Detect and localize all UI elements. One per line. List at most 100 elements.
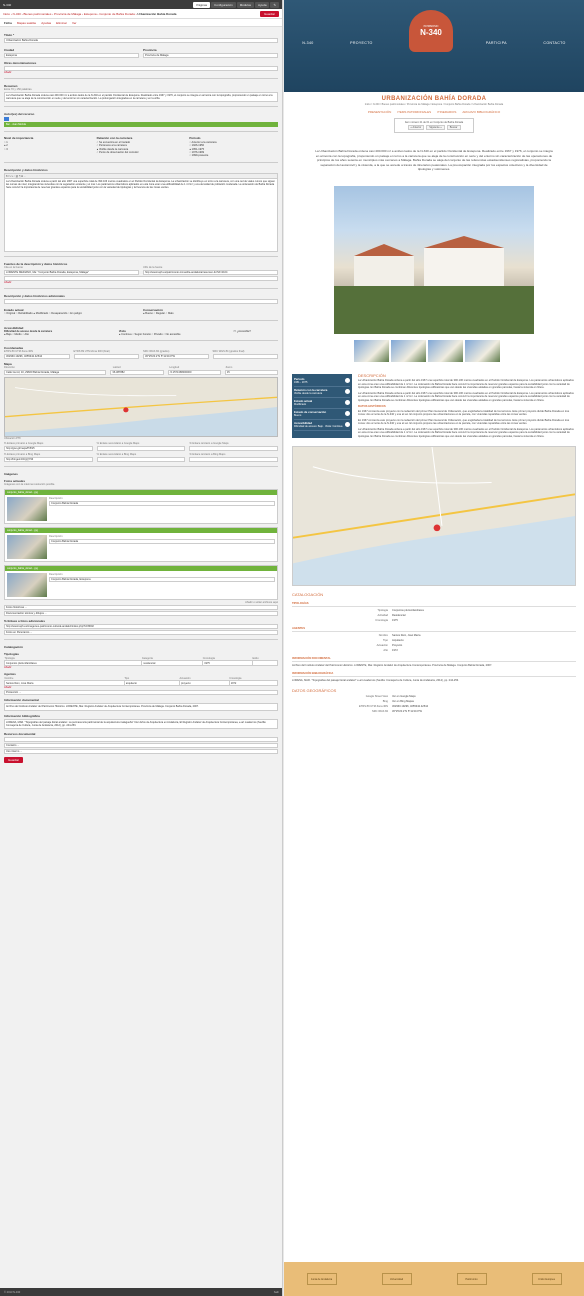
historic-photos-section[interactable]: Fotos históricas ... <box>4 605 278 611</box>
province-input[interactable]: Provincia de Málaga <box>143 53 278 58</box>
internal-use-section[interactable]: Uso interno ... <box>4 749 278 755</box>
secnav-archivo[interactable]: ARCHIVO BIBLIOGRÁFICO <box>462 110 500 114</box>
add-agent-link[interactable]: Añadir <box>4 686 278 689</box>
footer-logo[interactable]: Unión Europea <box>531 1273 562 1285</box>
site-logo[interactable]: PATRIMONIO N-340 <box>409 10 453 52</box>
description-editor[interactable]: B I U ≡ ⁞ ⛓ ¶ ⊞ … La Urbanización Bahía … <box>4 172 278 252</box>
state-options[interactable]: ○ Original ○ Rehabilitado ● Modificado ○… <box>4 312 139 315</box>
protection-section[interactable]: Protección ... <box>4 690 278 696</box>
source-cite-input[interactable]: LORENTE MEDIANO, Ma: "Conjunto Bahía Dor… <box>4 269 139 275</box>
nav-n340[interactable]: N-340 <box>302 41 313 45</box>
footer-logo[interactable]: Universidad <box>381 1273 412 1285</box>
photo-thumbnail[interactable] <box>7 573 47 598</box>
utm-final-input[interactable] <box>73 354 139 360</box>
author-item[interactable]: Bar - Juan Mérida <box>4 122 278 128</box>
secnav-items[interactable]: ITEMS PATRIMONIALES <box>397 110 431 114</box>
summary-editor[interactable]: La Urbanización Bahía Dorada ordena casi… <box>4 92 278 103</box>
doc-info-editor[interactable]: Archivo del Instituto Andaluz del Patrim… <box>4 703 278 711</box>
lng-input[interactable]: -5.1571368000000 <box>167 370 221 376</box>
gmaps3-input[interactable] <box>189 446 279 452</box>
summary-text[interactable]: La Urbanización Bahía Dorada ordena casi… <box>5 93 277 101</box>
utm-input[interactable]: 302960.19296, 4055342.42544 <box>4 354 70 360</box>
photo-item[interactable]: conjunto_bahia_dorad....jpg Descripción C… <box>4 489 278 525</box>
panoramio-section[interactable]: Fotos en Panoramio ... <box>4 630 278 636</box>
biblio-text[interactable]: LORENA, MAR. "Topografías del paisaje li… <box>5 720 277 728</box>
accessible-checkbox[interactable]: ☐ <box>234 330 236 333</box>
menu-modules[interactable]: Módulos <box>236 1 255 8</box>
bing3-input[interactable] <box>189 457 279 463</box>
streetview-link[interactable]: Ver en Google Maps <box>392 695 576 698</box>
relation-option[interactable]: ○ Punto de observación del corredor <box>97 151 186 154</box>
menu-pages[interactable]: Páginas <box>193 1 211 8</box>
photo-thumbnail[interactable] <box>7 497 47 522</box>
tab-ficha[interactable]: Ficha <box>4 21 12 25</box>
search-button[interactable]: Buscar <box>446 125 461 130</box>
gallery-thumb[interactable] <box>354 339 389 362</box>
prev-button[interactable]: « Anterior <box>407 125 425 130</box>
doc-info-text[interactable]: Archivo del Instituto Andaluz del Patrim… <box>5 704 277 709</box>
wgs-input[interactable]: 36°25'20.2"N 5°11'40.0"W <box>143 354 209 360</box>
secnav-itinerarios[interactable]: ITINERARIOS <box>437 110 456 114</box>
extra-photos-input[interactable]: http://www.iaph.es/imagenes-patrimonio-c… <box>4 624 278 630</box>
menu-help[interactable]: Ayuda <box>255 1 270 8</box>
add-other-name-link[interactable]: Añadir <box>4 71 278 74</box>
title-input[interactable]: Urbanización Bahía Dorada <box>4 38 278 43</box>
add-typology-link[interactable]: Añadir <box>4 666 278 669</box>
main-photo[interactable] <box>334 185 534 334</box>
description-text[interactable]: La Urbanización Bahía Dorada ordena a pa… <box>5 179 277 251</box>
wgs-final-input[interactable] <box>212 354 278 360</box>
next-button[interactable]: Siguiente » <box>426 125 445 130</box>
typology-cell[interactable]: Conjuntos pluriunifamiliares <box>3 660 143 667</box>
site-breadcrumb[interactable]: Inicio / N-340 / Bienes patrimoniales / … <box>284 103 584 106</box>
importance-option[interactable]: ○ 3 <box>4 148 93 151</box>
tab-ver[interactable]: Ver <box>72 21 77 25</box>
save-button[interactable]: Guardar <box>4 757 24 764</box>
caption-input[interactable]: Conjunto Bahía Dorada <box>49 539 275 545</box>
footer-logo[interactable]: Junta de Andalucía <box>306 1273 337 1285</box>
nav-contacto[interactable]: CONTACTO <box>543 41 565 45</box>
upload-dropzone[interactable]: Añadir o soltar archivos aquí <box>4 601 278 604</box>
gallery-thumb[interactable] <box>465 339 500 362</box>
source-url-input[interactable]: http://www.iaph.es/patrimonio-inmueble-a… <box>143 269 278 275</box>
bing-link[interactable]: Ver en Bing Mapas <box>392 700 576 703</box>
gmaps2-input[interactable] <box>96 446 186 452</box>
add-source-link[interactable]: Añadir <box>4 281 278 284</box>
city-input[interactable]: Estepona <box>4 53 139 58</box>
editor-map[interactable] <box>4 377 278 438</box>
conservation-options[interactable]: ● Bueno ○ Regular ○ Malo <box>143 312 278 315</box>
breadcrumb-path[interactable]: Inicio › N-340 › Bienes patrimoniales › … <box>3 12 137 16</box>
nav-participa[interactable]: PARTICIPA <box>486 41 507 45</box>
caption-input[interactable]: Conjunto Bahía Dorada, Estepona <box>49 577 275 583</box>
agents-cell[interactable]: 1972 <box>228 680 279 687</box>
top-save-button[interactable]: Guardar <box>259 10 279 17</box>
typology-cell[interactable]: 1975 <box>202 660 254 667</box>
contact-section[interactable]: Contacto ... <box>4 743 278 749</box>
address-input[interactable]: Calle Gumil, 10, 29660 Bahía Dorada, Mál… <box>4 370 107 376</box>
photo-thumbnail[interactable] <box>7 535 47 560</box>
access-options[interactable]: ● Bajo ○ Medio ○ Alto <box>4 333 29 336</box>
doc-resources-input[interactable] <box>4 737 278 743</box>
typology-cell[interactable] <box>252 660 278 667</box>
additional-history-input[interactable] <box>4 298 278 304</box>
gmaps1-input[interactable]: http://goo.gl/maps/Pr6S5 <box>4 446 93 452</box>
menu-config[interactable]: Configuración <box>211 1 236 8</box>
agents-cell[interactable]: arquitecto <box>123 680 181 687</box>
tab-mapas[interactable]: Mapas satélite <box>17 21 36 25</box>
photo-item[interactable]: conjunto_bahia_dorad....jpg Descripción C… <box>4 527 278 563</box>
nav-proyecto[interactable]: PROYECTO <box>350 41 373 45</box>
visit-options[interactable]: ● Continua ○ Según horario ○ Privado ○ N… <box>119 333 181 336</box>
tab-eliminar[interactable]: Eliminar <box>56 21 67 25</box>
tab-ayudas[interactable]: Ayudas <box>41 21 51 25</box>
footer-logo[interactable]: Patrimonio <box>456 1273 487 1285</box>
agents-cell[interactable]: proyecto <box>179 680 230 687</box>
gallery-thumb[interactable] <box>428 339 463 362</box>
wrench-icon[interactable]: ✎ <box>270 1 279 8</box>
docs-section[interactable]: Documentación técnica y dibujos ... <box>4 611 278 617</box>
caption-input[interactable]: Conjunto Bahía Dorada <box>49 501 275 507</box>
period-option[interactable]: ○ 1999-presente <box>189 154 278 157</box>
agents-cell[interactable]: Santos Rein, José María <box>4 680 125 687</box>
photo-item[interactable]: conjunto_bahia_dorad....jpg Descripción C… <box>4 565 278 601</box>
gallery-thumb[interactable] <box>391 339 426 362</box>
secnav-presentacion[interactable]: PRESENTACIÓN <box>368 110 391 114</box>
lat-input[interactable]: 36.387882 <box>110 370 164 376</box>
